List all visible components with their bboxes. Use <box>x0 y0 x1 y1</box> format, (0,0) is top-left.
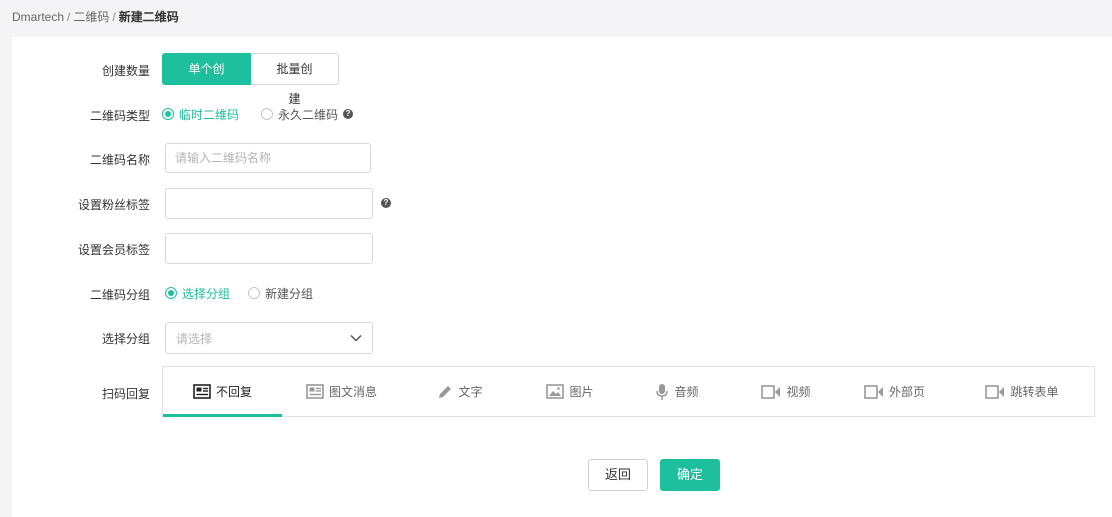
tab-audio[interactable]: 音频 <box>621 367 733 416</box>
qr-type-label: 二维码类型 <box>89 109 150 123</box>
no-reply-icon <box>193 384 211 399</box>
radio-checked-icon <box>162 108 174 120</box>
tab-news[interactable]: 图文消息 <box>282 367 401 416</box>
scan-reply-tabs: 不回复 图文消息 文字 图片 音频 视频 外部页 跳转表单 <box>162 366 1095 417</box>
radio-checked-icon <box>165 287 177 299</box>
form-card: 创建数量 单个创建 批量创建 二维码类型 临时二维码 永久二维码 ? 二维码名称… <box>12 37 1112 517</box>
fan-tag-label: 设置粉丝标签 <box>77 198 150 212</box>
group-select-placeholder: 请选择 <box>176 331 213 346</box>
video-icon <box>864 384 884 399</box>
create-count-label: 创建数量 <box>101 64 150 78</box>
scan-reply-label: 扫码回复 <box>101 387 150 401</box>
chevron-down-icon <box>350 331 362 345</box>
tab-external-page[interactable]: 外部页 <box>839 367 950 416</box>
qr-group-radio-group: 选择分组 新建分组 <box>165 283 335 303</box>
tab-label: 音频 <box>674 385 699 399</box>
member-tag-label: 设置会员标签 <box>77 243 150 257</box>
news-icon <box>306 384 324 399</box>
breadcrumb-current: 新建二维码 <box>118 10 179 24</box>
tab-text[interactable]: 文字 <box>401 367 519 416</box>
tab-image[interactable]: 图片 <box>519 367 621 416</box>
fan-tag-input[interactable] <box>165 188 373 219</box>
create-count-segmented: 单个创建 批量创建 <box>162 53 339 106</box>
batch-create-button[interactable]: 批量创建 <box>251 53 339 106</box>
tab-label: 视频 <box>786 385 811 399</box>
tab-no-reply[interactable]: 不回复 <box>163 367 282 417</box>
radio-unchecked-icon <box>261 108 274 120</box>
radio-label: 永久二维码 <box>278 107 339 122</box>
qr-type-temporary-radio[interactable]: 临时二维码 <box>162 106 239 123</box>
microphone-icon <box>655 383 669 401</box>
help-icon[interactable]: ? <box>381 198 391 208</box>
video-icon <box>985 384 1005 399</box>
tab-jump-form[interactable]: 跳转表单 <box>950 367 1094 416</box>
select-group-label: 选择分组 <box>101 332 150 346</box>
qr-group-label: 二维码分组 <box>89 288 150 302</box>
tab-label: 不回复 <box>215 385 252 399</box>
tab-label: 图片 <box>569 385 594 399</box>
breadcrumb-item-qrcode[interactable]: 二维码 <box>73 10 109 24</box>
tab-video[interactable]: 视频 <box>733 367 839 416</box>
tab-label: 外部页 <box>888 385 925 399</box>
form-actions: 返回 确定 <box>588 459 720 491</box>
new-group-radio[interactable]: 新建分组 <box>248 285 313 302</box>
back-button[interactable]: 返回 <box>588 459 648 491</box>
breadcrumb: Dmartech / 二维码 / 新建二维码 <box>12 9 179 25</box>
pencil-icon <box>437 384 453 400</box>
tab-label: 跳转表单 <box>1010 385 1059 399</box>
select-group-radio[interactable]: 选择分组 <box>165 285 230 302</box>
single-create-button[interactable]: 单个创建 <box>162 53 251 106</box>
qr-name-input[interactable] <box>165 143 371 173</box>
group-select[interactable]: 请选择 <box>165 322 373 354</box>
radio-label: 选择分组 <box>182 286 231 301</box>
qr-type-permanent-radio[interactable]: 永久二维码 <box>261 106 338 123</box>
member-tag-input[interactable] <box>165 233 373 264</box>
radio-unchecked-icon <box>248 287 261 299</box>
radio-label: 临时二维码 <box>179 107 240 122</box>
breadcrumb-item-dmartech[interactable]: Dmartech <box>12 10 64 24</box>
radio-label: 新建分组 <box>265 286 314 301</box>
qr-type-radio-group: 临时二维码 永久二维码 ? <box>162 104 354 124</box>
confirm-button[interactable]: 确定 <box>660 459 720 491</box>
video-icon <box>761 384 781 399</box>
help-icon[interactable]: ? <box>343 109 354 119</box>
qr-name-label: 二维码名称 <box>89 153 150 167</box>
breadcrumb-separator: / <box>67 10 71 24</box>
tab-label: 文字 <box>458 385 483 399</box>
tab-label: 图文消息 <box>328 385 377 399</box>
breadcrumb-separator: / <box>112 10 116 24</box>
image-icon <box>546 384 565 399</box>
